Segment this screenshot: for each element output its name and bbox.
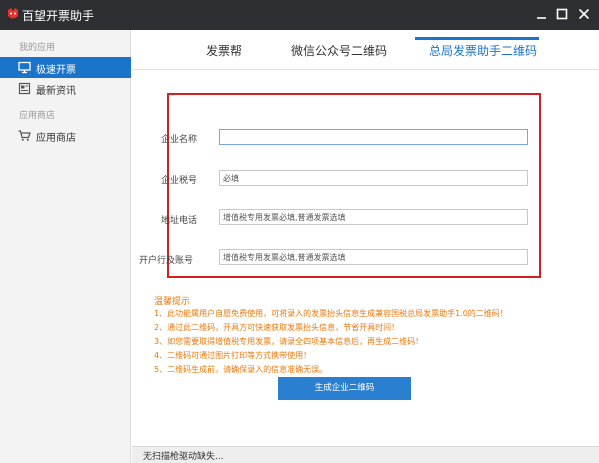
window-title: 百望开票助手 [22, 9, 95, 23]
tip-item: 5、二维码生成前，请确保录入的信息准确无误。 [154, 365, 328, 374]
address-phone-label: 地址电话 [161, 216, 198, 226]
active-tab-indicator [415, 37, 539, 40]
title-bar: 百望开票助手 [0, 0, 599, 30]
sidebar: 我的应用 极速开票 最新资讯 应用商店 应用商店 [0, 30, 131, 463]
app-logo-icon [8, 8, 18, 19]
minimize-icon[interactable] [534, 6, 550, 22]
tab-tax-bureau-qrcode[interactable]: 总局发票助手二维码 [429, 42, 537, 59]
close-icon[interactable] [576, 6, 592, 22]
sidebar-item-label: 最新资讯 [36, 86, 76, 97]
tips-title: 温馨提示 [154, 297, 191, 307]
sidebar-section-my-apps: 我的应用 [19, 43, 56, 53]
bank-account-input[interactable] [219, 249, 528, 265]
news-icon [18, 82, 31, 95]
address-phone-input[interactable] [219, 209, 528, 225]
sidebar-item-quick-invoice[interactable]: 极速开票 [0, 57, 131, 78]
company-name-input[interactable] [219, 129, 528, 145]
company-name-label: 企业名称 [161, 135, 198, 145]
tip-item: 3、如您需要取得增值税专用发票，请录全四项基本信息后，再生成二维码！ [154, 337, 424, 346]
maximize-icon[interactable] [554, 6, 570, 22]
bank-account-label: 开户行及账号 [139, 256, 194, 266]
monitor-icon [18, 61, 31, 74]
tab-bar: 发票帮 微信公众号二维码 总局发票助手二维码 [132, 30, 599, 70]
status-text: 无扫描枪驱动缺失... [143, 452, 224, 462]
tab-invoice-help[interactable]: 发票帮 [206, 42, 242, 59]
sidebar-item-label: 应用商店 [36, 133, 76, 144]
tax-id-input[interactable] [219, 170, 528, 186]
tip-item: 2、通过此二维码，开具方可快速获取发票抬头信息，节省开具时间！ [154, 323, 400, 332]
sidebar-item-latest-news[interactable]: 最新资讯 [0, 78, 131, 99]
tab-wechat-qrcode[interactable]: 微信公众号二维码 [291, 42, 387, 59]
status-bar: 无扫描枪驱动缺失... [132, 446, 599, 463]
tax-id-label: 企业税号 [161, 176, 198, 186]
tip-item: 4、二维码可通过图片打印等方式携带使用！ [154, 351, 312, 360]
tip-item: 1、此功能属用户自愿免费使用，可将录入的发票抬头信息生成兼容国税总局发票助手1.… [154, 309, 508, 318]
sidebar-item-label: 极速开票 [36, 65, 76, 76]
cart-icon [18, 130, 31, 141]
sidebar-section-app-store: 应用商店 [19, 111, 56, 121]
generate-qrcode-button[interactable]: 生成企业二维码 [278, 377, 411, 400]
sidebar-item-app-store[interactable]: 应用商店 [0, 125, 131, 146]
